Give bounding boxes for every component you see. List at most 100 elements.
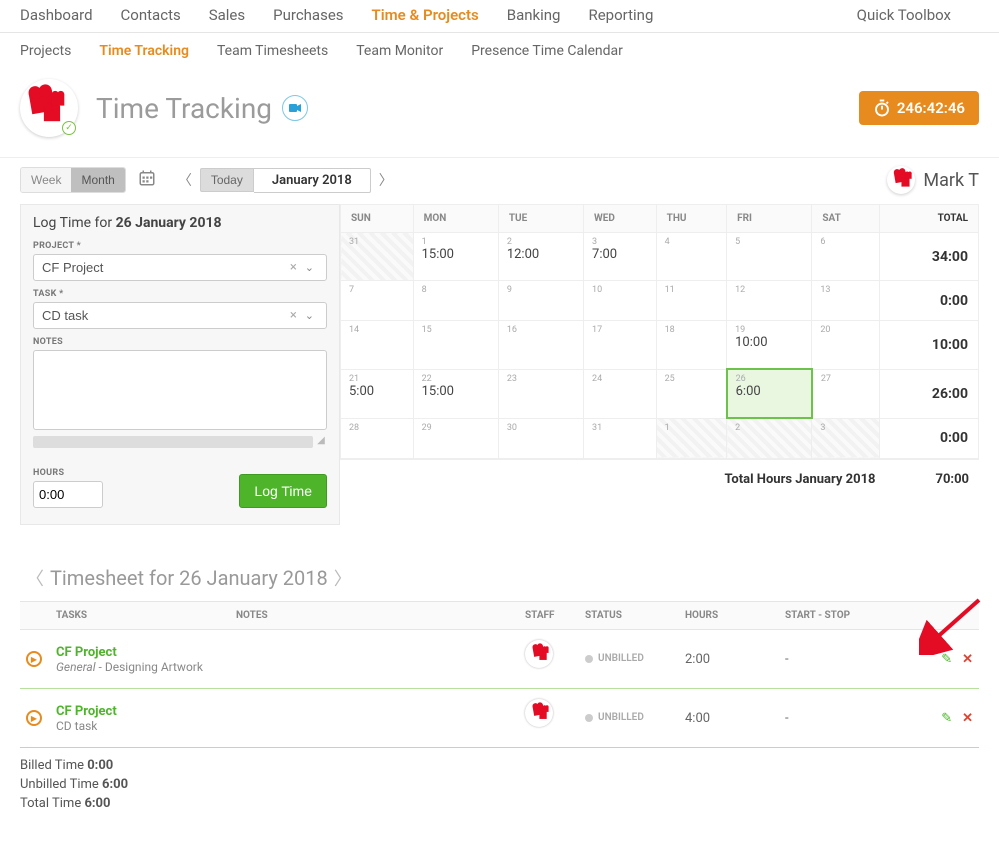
calendar-day[interactable]: 2215:00 (413, 369, 498, 418)
task-input[interactable] (42, 308, 286, 323)
startstop-cell: - (779, 689, 899, 748)
total-timer-badge[interactable]: 246:42:46 (859, 91, 979, 125)
calendar-day[interactable]: 1910:00 (727, 321, 812, 370)
verified-icon: ✓ (62, 121, 76, 135)
project-input[interactable] (42, 260, 286, 275)
delete-icon[interactable]: ✕ (962, 711, 973, 726)
view-week-button[interactable]: Week (21, 168, 71, 192)
calendar-day[interactable]: 14 (341, 321, 414, 370)
calendar-day[interactable]: 11 (656, 281, 727, 321)
calendar-day[interactable]: 12 (727, 281, 812, 321)
nav-sales[interactable]: Sales (209, 6, 245, 24)
next-period-button[interactable]: 〉 (371, 167, 401, 193)
calendar-day[interactable]: 6 (812, 233, 880, 281)
prev-period-button[interactable]: 〈 (170, 167, 200, 193)
edit-icon[interactable]: ✎ (941, 652, 952, 667)
ts-col-blank (20, 602, 50, 630)
calendar-day[interactable]: 31 (341, 233, 414, 281)
calendar-day[interactable]: 18 (656, 321, 727, 370)
edit-icon[interactable]: ✎ (941, 711, 952, 726)
timesheet-row: ▶CF ProjectGeneral - Designing ArtworkUN… (20, 630, 979, 689)
calendar-day[interactable]: 28 (341, 418, 414, 458)
calendar-row-total: 0:00 (880, 281, 979, 321)
cal-header-wed: WED (584, 205, 657, 233)
log-panel-heading: Log Time for 26 January 2018 (33, 215, 327, 231)
calendar-day[interactable]: 27 (812, 369, 880, 418)
calendar-day[interactable]: 212:00 (498, 233, 583, 281)
calendar-day[interactable]: 3 (812, 418, 880, 458)
project-clear-icon[interactable]: × (286, 260, 301, 275)
nav-quick-toolbox[interactable]: Quick Toolbox (857, 6, 951, 24)
calendar-day[interactable]: 30 (498, 418, 583, 458)
calendar-day[interactable]: 115:00 (413, 233, 498, 281)
resize-handle-icon[interactable]: ◢ (315, 435, 327, 447)
project-dropdown-icon[interactable]: ⌄ (301, 261, 318, 274)
calendar-day[interactable]: 215:00 (341, 369, 414, 418)
calendar-day[interactable]: 31 (584, 418, 657, 458)
calendar-day[interactable]: 1 (656, 418, 727, 458)
timesheet-row: ▶CF ProjectCD taskUNBILLED4:00-✎✕ (20, 689, 979, 748)
calendar-day[interactable]: 15 (413, 321, 498, 370)
calendar-day[interactable]: 9 (498, 281, 583, 321)
subnav-presence-calendar[interactable]: Presence Time Calendar (471, 43, 623, 59)
delete-icon[interactable]: ✕ (962, 652, 973, 667)
hours-input[interactable] (33, 481, 103, 508)
total-hours-label: Total Hours January 2018 (724, 472, 875, 487)
subnav-team-monitor[interactable]: Team Monitor (356, 43, 443, 59)
calendar-day[interactable]: 8 (413, 281, 498, 321)
user-chip[interactable]: Mark T (887, 166, 979, 194)
video-help-button[interactable] (282, 95, 308, 121)
ts-col-start---stop: START - STOP (779, 602, 899, 630)
play-icon[interactable]: ▶ (26, 710, 42, 726)
calendar-day[interactable]: 266:00 (727, 369, 812, 418)
period-label: January 2018 (254, 168, 371, 193)
calendar-day[interactable]: 29 (413, 418, 498, 458)
project-link[interactable]: CF Project (56, 645, 224, 660)
calendar-day[interactable]: 16 (498, 321, 583, 370)
timesheet-next-button[interactable]: 〉 (328, 565, 358, 591)
task-clear-icon[interactable]: × (286, 308, 301, 323)
task-combo[interactable]: × ⌄ (33, 302, 327, 329)
cal-header-sun: SUN (341, 205, 414, 233)
staff-avatar (525, 699, 553, 727)
subnav-team-timesheets[interactable]: Team Timesheets (217, 43, 328, 59)
calendar-day[interactable]: 37:00 (584, 233, 657, 281)
calendar-day[interactable]: 13 (812, 281, 880, 321)
subnav-time-tracking[interactable]: Time Tracking (99, 43, 189, 59)
calendar-day[interactable]: 7 (341, 281, 414, 321)
nav-time-projects[interactable]: Time & Projects (372, 6, 479, 24)
project-combo[interactable]: × ⌄ (33, 254, 327, 281)
timer-value: 246:42:46 (897, 99, 965, 117)
notes-scrollbar[interactable] (33, 436, 313, 448)
cal-header-tue: TUE (498, 205, 583, 233)
calendar-day[interactable]: 20 (812, 321, 880, 370)
calendar-day[interactable]: 4 (656, 233, 727, 281)
calendar-footer: Total Hours January 2018 70:00 (340, 459, 979, 499)
timesheet-prev-button[interactable]: 〈 (20, 565, 50, 591)
calendar-picker-icon[interactable] (138, 169, 156, 192)
calendar-day[interactable]: 2 (727, 418, 812, 458)
calendar-day[interactable]: 10 (584, 281, 657, 321)
notes-textarea[interactable] (33, 350, 327, 430)
calendar-day[interactable]: 17 (584, 321, 657, 370)
nav-contacts[interactable]: Contacts (121, 6, 181, 24)
nav-reporting[interactable]: Reporting (588, 6, 653, 24)
view-month-button[interactable]: Month (71, 168, 124, 192)
user-avatar (887, 166, 915, 194)
today-button[interactable]: Today (200, 168, 254, 192)
calendar-day[interactable]: 23 (498, 369, 583, 418)
calendar-day[interactable]: 24 (584, 369, 657, 418)
calendar-day[interactable]: 5 (727, 233, 812, 281)
status-badge: UNBILLED (585, 712, 644, 723)
cal-header-sat: SAT (812, 205, 880, 233)
project-link[interactable]: CF Project (56, 704, 224, 719)
log-time-button[interactable]: Log Time (239, 474, 327, 508)
nav-dashboard[interactable]: Dashboard (20, 6, 93, 24)
nav-banking[interactable]: Banking (507, 6, 561, 24)
play-icon[interactable]: ▶ (26, 651, 42, 667)
cal-header-mon: MON (413, 205, 498, 233)
task-dropdown-icon[interactable]: ⌄ (301, 309, 318, 322)
nav-purchases[interactable]: Purchases (273, 6, 343, 24)
subnav-projects[interactable]: Projects (20, 43, 71, 59)
calendar-day[interactable]: 25 (656, 369, 727, 418)
